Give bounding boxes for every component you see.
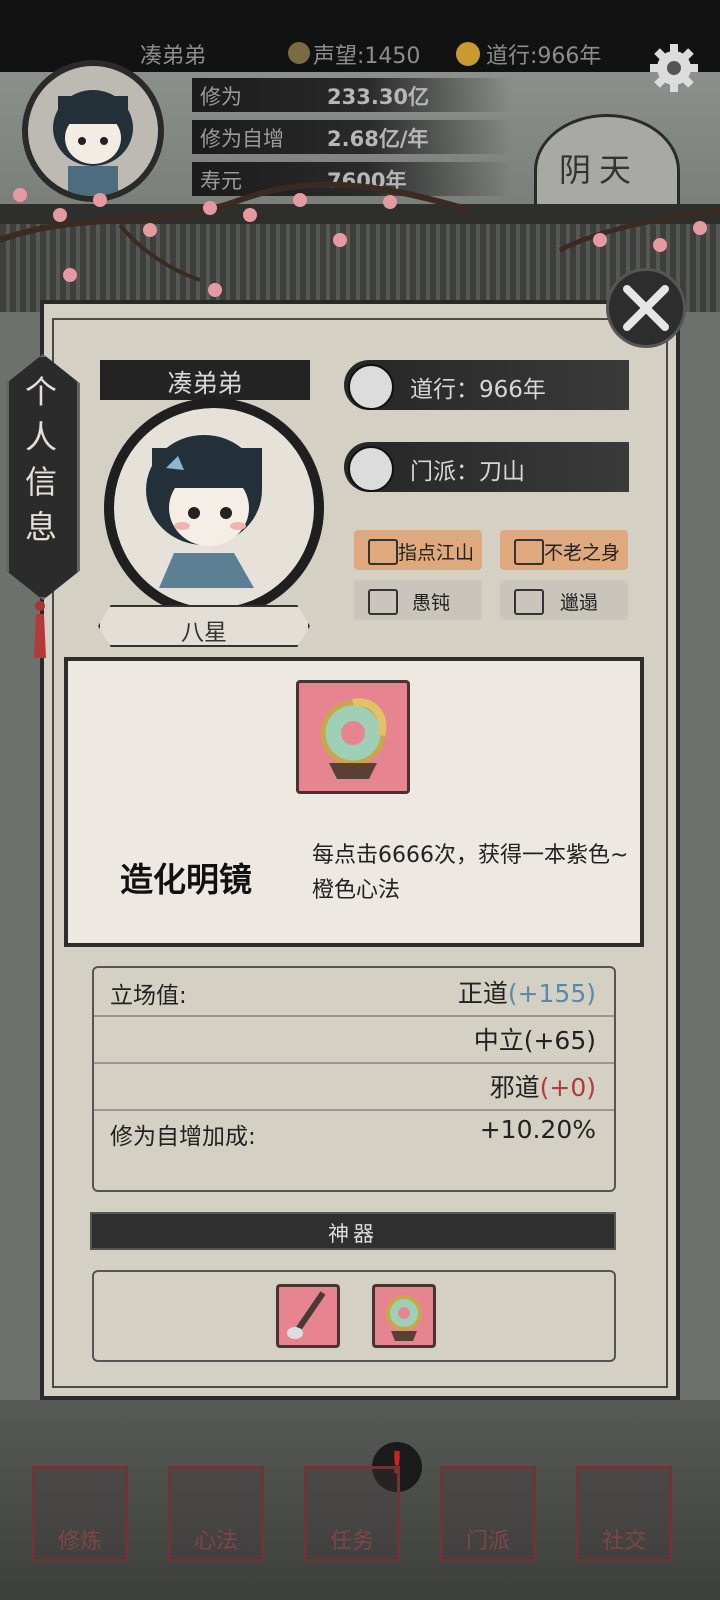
artifacts-header: 神器 [90,1212,616,1250]
rank-label: 八星 [181,620,227,646]
jade-mirror-icon [296,680,410,794]
daoxing-value: 道行:966年 [486,44,602,69]
artifacts-header-label: 神器 [328,1222,378,1246]
player-name: 凑弟弟 [140,44,207,69]
artifact-title: 造化明镜 [120,860,252,899]
yin-yang-icon [456,42,480,66]
rank-badge: 八星 [98,605,310,647]
growth-bonus-value: +10.20% [479,1115,596,1144]
tassel-decoration [34,601,46,658]
stance-label: 立场值: [110,983,187,1009]
yin-yang-icon [348,364,394,410]
sect-banner: 门派：刀山 [344,442,629,492]
gear-icon[interactable] [648,42,700,94]
character-portrait [104,398,324,618]
stance-neutral-row: 中立(+65) [94,1015,614,1064]
stats-box[interactable]: 立场值: 正道(+155) 中立(+65) 邪道(+0) 修为自增加成: +10… [92,966,616,1192]
stance-righteous-row: 立场值: 正道(+155) [94,968,614,1017]
cultivation-value: 233.30亿 [327,85,430,109]
scroll-icon [514,539,544,565]
artifact-description: 每点击6666次，获得一本紫色~橙色心法 [312,843,629,903]
growth-value: 2.68亿/年 [327,127,429,151]
artifacts-box [92,1270,616,1362]
growth-row: 修为自增 2.68亿/年 [192,120,512,154]
stance-evil-row: 邪道(+0) [94,1062,614,1111]
close-button[interactable] [606,268,686,348]
nav-tasks[interactable]: 任务 [304,1466,400,1562]
trait-badge[interactable]: 指点江山 [354,530,482,570]
prestige-value: 声望:1450 [313,44,421,69]
righteous-value: (+155) [507,979,596,1008]
evil-value: (+0) [539,1073,596,1102]
nav-social[interactable]: 社交 [576,1466,672,1562]
neutral-value: 中立(+65) [473,1026,596,1055]
nav-sect[interactable]: 门派 [440,1466,536,1562]
daoxing-text: 道行：966年 [410,377,546,403]
nav-techniques[interactable]: 心法 [168,1466,264,1562]
scroll-icon [368,589,398,615]
temple-icon [348,446,394,492]
character-name: 凑弟弟 [167,369,243,398]
scroll-icon [514,589,544,615]
growth-bonus-row: 修为自增加成: +10.20% [94,1109,614,1156]
tab-personal-info-label: 个人信息 [24,373,57,546]
trait-badge[interactable]: 愚钝 [354,580,482,620]
trait-badge[interactable]: 不老之身 [500,530,628,570]
close-icon [623,285,669,331]
jade-mirror-artifact-icon[interactable] [372,1284,436,1348]
righteous-label: 正道 [457,979,508,1008]
prestige-icon [288,42,310,64]
growth-bonus-label: 修为自增加成: [110,1124,256,1150]
trait-badge[interactable]: 邋遢 [500,580,628,620]
brush-artifact-icon[interactable] [276,1284,340,1348]
daoxing-banner: 道行：966年 [344,360,629,410]
nav-cultivate[interactable]: 修炼 [32,1466,128,1562]
cultivation-row: 修为 233.30亿 [192,78,512,112]
sect-text: 门派：刀山 [410,459,525,485]
name-banner: 凑弟弟 [100,360,310,400]
evil-label: 邪道 [489,1073,540,1102]
scroll-icon [368,539,398,565]
